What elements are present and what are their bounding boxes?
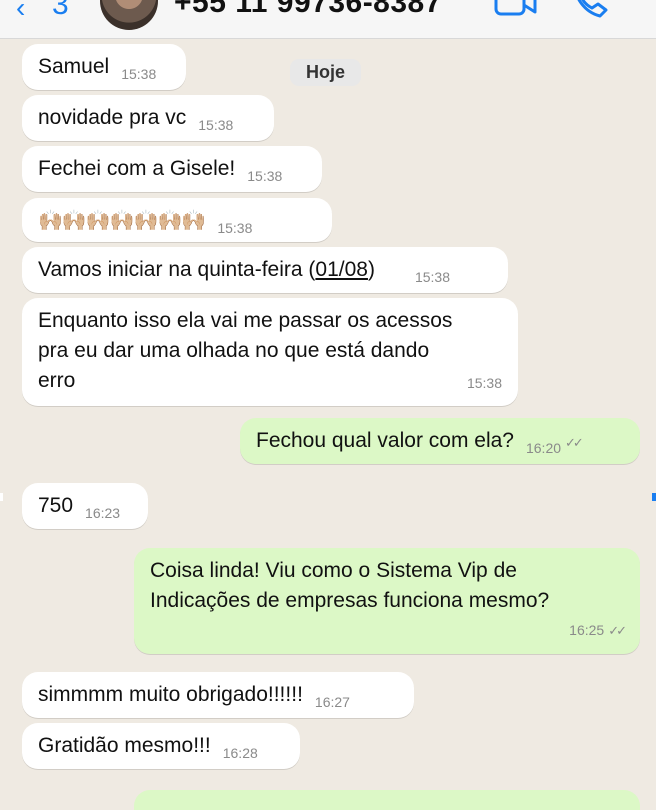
scroll-marker: [652, 493, 656, 501]
message-bubble-incoming[interactable]: 750 16:23: [22, 483, 148, 529]
chat-header: ‹ 3 +55 11 99736-8387: [0, 0, 656, 39]
message-time: 16:28: [222, 745, 258, 761]
message-text: 750: [38, 494, 74, 517]
message-time: 15:38: [414, 269, 451, 285]
read-ticks-icon: ✓✓: [608, 623, 627, 638]
message-bubble-incoming[interactable]: simmmm muito obrigado!!!!!! 16:27: [22, 672, 414, 718]
message-time: 15:38: [217, 220, 253, 236]
message-bubble-incoming[interactable]: Samuel 15:38: [22, 44, 186, 90]
message-text: Fechei com a Gisele!: [38, 157, 236, 180]
message-line: erro: [38, 369, 76, 392]
read-ticks-icon: ✓✓: [565, 435, 584, 450]
message-bubble-incoming[interactable]: Fechei com a Gisele! 15:38: [22, 146, 322, 192]
message-line: Coisa linda! Viu como o Sistema Vip de: [150, 559, 517, 582]
message-text: ): [367, 258, 375, 281]
message-bubble-outgoing-partial: [134, 790, 640, 810]
message-time: 15:38: [247, 168, 283, 184]
contact-name[interactable]: +55 11 99736-8387: [174, 0, 442, 20]
message-time: 15:38: [121, 66, 157, 82]
edge-marker: [0, 493, 3, 501]
message-text: novidade pra vc: [38, 106, 187, 129]
message-bubble-incoming[interactable]: Gratidão mesmo!!! 16:28: [22, 723, 300, 769]
message-bubble-incoming[interactable]: novidade pra vc 15:38: [22, 95, 274, 141]
unread-count[interactable]: 3: [52, 0, 69, 22]
message-time: 15:38: [198, 117, 234, 133]
message-bubble-outgoing[interactable]: Coisa linda! Viu como o Sistema Vip de I…: [134, 548, 640, 654]
message-text: Samuel: [38, 55, 110, 78]
message-bubble-incoming[interactable]: 🙌🏼🙌🏼🙌🏼🙌🏼🙌🏼🙌🏼🙌🏼 15:38: [22, 198, 332, 242]
message-time: 16:27: [314, 694, 350, 710]
back-chevron-icon[interactable]: ‹: [16, 0, 25, 24]
message-line: Indicações de empresas funciona mesmo?: [150, 589, 550, 612]
message-text: Gratidão mesmo!!!: [38, 734, 211, 757]
message-line: Enquanto isso ela vai me passar os acess…: [38, 309, 453, 332]
message-time: 16:25 ✓✓: [569, 622, 627, 638]
message-text: Fechou qual valor com ela?: [256, 429, 514, 452]
message-time: 15:38: [466, 375, 502, 391]
message-bubble-outgoing[interactable]: Fechou qual valor com ela? 16:20 ✓✓: [240, 418, 640, 464]
video-camera-icon[interactable]: [494, 0, 538, 20]
date-link[interactable]: 01/08: [315, 258, 368, 281]
phone-icon[interactable]: [570, 0, 610, 20]
message-bubble-incoming[interactable]: Vamos iniciar na quinta-feira (01/08) 15:…: [22, 247, 508, 293]
message-text: simmmm muito obrigado!!!!!!: [38, 683, 303, 706]
message-bubble-incoming[interactable]: Enquanto isso ela vai me passar os acess…: [22, 298, 518, 406]
message-time: 16:20: [525, 440, 562, 456]
message-text: Vamos iniciar na quinta-feira (: [38, 258, 316, 281]
date-separator: Hoje: [290, 59, 362, 86]
message-emoji: 🙌🏼🙌🏼🙌🏼🙌🏼🙌🏼🙌🏼🙌🏼: [38, 210, 206, 232]
message-time: 16:23: [85, 505, 121, 521]
avatar[interactable]: [100, 0, 158, 30]
message-line: pra eu dar uma olhada no que está dando: [38, 339, 430, 362]
